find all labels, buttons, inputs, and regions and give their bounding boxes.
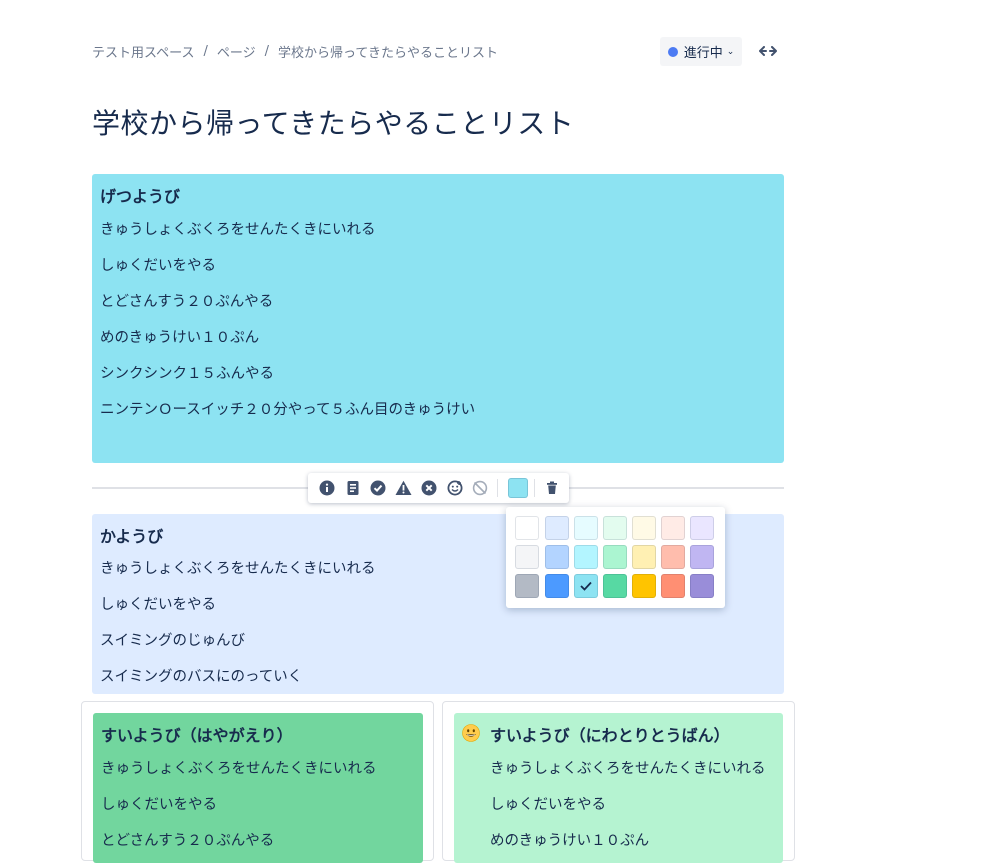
- color-swatch[interactable]: [545, 516, 569, 540]
- panel-title[interactable]: げつようび: [100, 183, 180, 207]
- chevron-down-icon: ⌄: [726, 46, 735, 57]
- breadcrumb-space[interactable]: テスト用スペース: [92, 42, 194, 61]
- color-swatch[interactable]: [632, 516, 656, 540]
- panel-line[interactable]: めのきゅうけい１０ぷん: [100, 326, 259, 347]
- breadcrumb-current-page[interactable]: 学校から帰ってきたらやることリスト: [278, 42, 498, 61]
- checkmark-icon: [580, 581, 592, 591]
- color-swatch[interactable]: [661, 545, 685, 569]
- panel-type-warning-button[interactable]: [393, 477, 415, 499]
- breadcrumb-separator: /: [264, 43, 269, 59]
- emoji-icon: [447, 480, 462, 496]
- grinning-face-icon: [462, 724, 480, 742]
- color-swatch[interactable]: [690, 574, 714, 598]
- remove-emoji-button[interactable]: [469, 477, 491, 499]
- color-swatch[interactable]: [661, 574, 685, 598]
- color-swatch[interactable]: [574, 516, 598, 540]
- panel-line[interactable]: とどさんすう２０ぷんやる: [100, 290, 273, 311]
- color-swatch[interactable]: [603, 545, 627, 569]
- color-swatch[interactable]: [690, 516, 714, 540]
- panel-title[interactable]: かようび: [100, 523, 163, 547]
- toolbar-separator: [496, 479, 498, 497]
- panel-line[interactable]: きゅうしょくぶくろをせんたくきにいれる: [100, 557, 376, 578]
- page-title[interactable]: 学校から帰ってきたらやることリスト: [92, 102, 574, 142]
- panel-line[interactable]: しゅくだいをやる: [100, 593, 216, 614]
- status-dot: [667, 46, 678, 57]
- panel-wednesday-early[interactable]: すいようび（はやがえり） きゅうしょくぶくろをせんたくきにいれる しゅくだいをや…: [93, 713, 423, 863]
- panel-title[interactable]: すいようび（はやがえり）: [101, 722, 293, 746]
- color-swatch[interactable]: [603, 574, 627, 598]
- panel-line[interactable]: スイミングのじゅんび: [100, 629, 245, 650]
- expand-width-button[interactable]: [756, 40, 780, 62]
- panel-line[interactable]: しゅくだいをやる: [100, 254, 216, 275]
- background-color-button[interactable]: [507, 478, 528, 498]
- trash-icon: [546, 481, 557, 494]
- color-swatch-selected[interactable]: [574, 574, 598, 598]
- panel-line[interactable]: ニンテンＯースイッチ２０分やって５ふん目のきゅうけい: [100, 398, 475, 419]
- panel-line[interactable]: スイミングのバスにのっていく: [100, 665, 302, 686]
- panel-type-note-button[interactable]: [342, 477, 364, 499]
- panel-wednesday-chicken[interactable]: すいようび（にわとりとうばん） きゅうしょくぶくろをせんたくきにいれる しゅくだ…: [454, 713, 783, 863]
- status-dropdown[interactable]: 進行中 ⌄: [660, 37, 742, 66]
- success-icon: [370, 480, 386, 496]
- breadcrumb: テスト用スペース / ページ / 学校から帰ってきたらやることリスト: [92, 42, 498, 61]
- panel-type-error-button[interactable]: [418, 477, 440, 499]
- breadcrumb-pages[interactable]: ページ: [217, 42, 256, 61]
- panel-line[interactable]: しゅくだいをやる: [101, 793, 217, 814]
- color-swatch[interactable]: [574, 545, 598, 569]
- no-emoji-icon: [472, 480, 488, 496]
- delete-panel-button[interactable]: [541, 477, 563, 499]
- warning-icon: [395, 480, 412, 495]
- color-swatch[interactable]: [545, 574, 569, 598]
- panel-toolbar: [308, 473, 569, 503]
- info-icon: [319, 480, 335, 496]
- toolbar-separator: [533, 479, 535, 497]
- note-icon: [347, 481, 358, 495]
- color-swatch[interactable]: [632, 545, 656, 569]
- color-swatch[interactable]: [603, 516, 627, 540]
- error-icon: [421, 480, 437, 496]
- color-swatch[interactable]: [515, 574, 539, 598]
- expand-width-icon: [759, 46, 777, 56]
- panel-line[interactable]: きゅうしょくぶくろをせんたくきにいれる: [101, 757, 377, 778]
- breadcrumb-separator: /: [203, 43, 208, 59]
- color-palette: [506, 507, 725, 608]
- panel-line[interactable]: きゅうしょくぶくろをせんたくきにいれる: [100, 218, 376, 239]
- panel-title[interactable]: すいようび（にわとりとうばん）: [490, 722, 730, 746]
- color-swatch[interactable]: [690, 545, 714, 569]
- color-swatch[interactable]: [515, 545, 539, 569]
- panel-line[interactable]: シンクシンク１５ふんやる: [100, 362, 274, 383]
- color-swatch[interactable]: [545, 545, 569, 569]
- panel-line[interactable]: きゅうしょくぶくろをせんたくきにいれる: [490, 757, 766, 778]
- color-swatch[interactable]: [515, 516, 539, 540]
- panel-type-success-button[interactable]: [367, 477, 389, 499]
- panel-line[interactable]: しゅくだいをやる: [490, 793, 606, 814]
- panel-monday[interactable]: げつようび きゅうしょくぶくろをせんたくきにいれる しゅくだいをやる とどさんす…: [92, 174, 784, 463]
- color-swatch[interactable]: [632, 574, 656, 598]
- emoji-picker-button[interactable]: [444, 477, 466, 499]
- status-label: 進行中: [683, 46, 723, 61]
- color-swatch[interactable]: [661, 516, 685, 540]
- panel-type-info-button[interactable]: [316, 477, 338, 499]
